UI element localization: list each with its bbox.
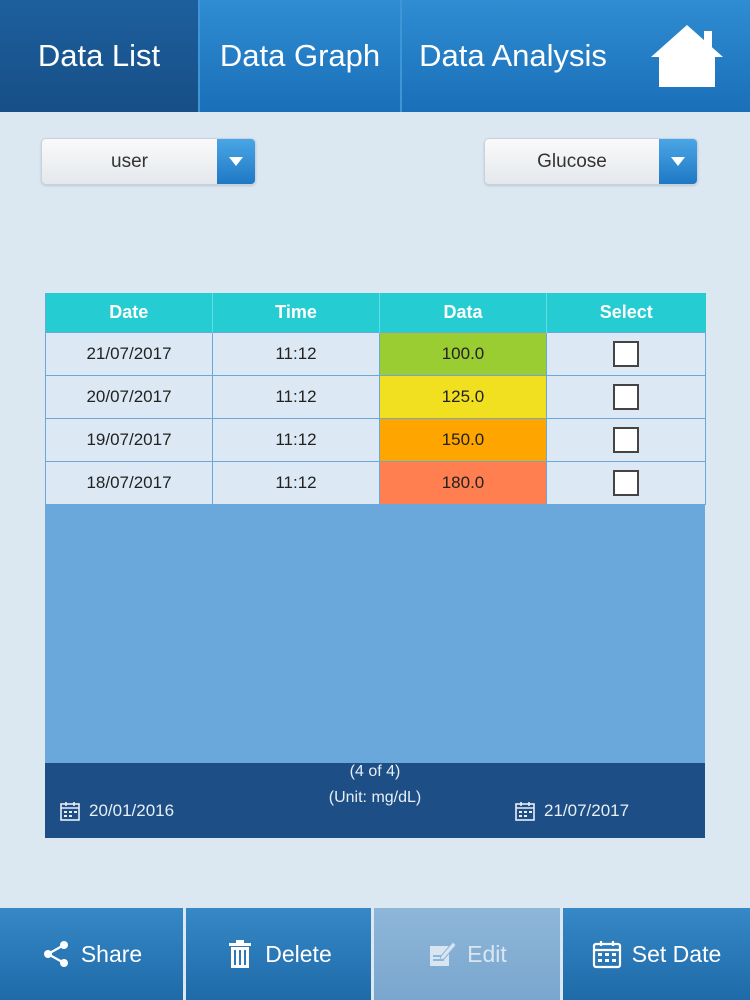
user-dropdown[interactable]: user xyxy=(41,138,256,185)
edit-button[interactable]: Edit xyxy=(374,908,563,1000)
tab-data-analysis[interactable]: Data Analysis xyxy=(402,0,624,112)
set-date-label: Set Date xyxy=(631,940,722,967)
date-from-value: 20/01/2016 xyxy=(89,801,175,820)
cell-data: 180.0 xyxy=(379,460,547,505)
tab-data-graph[interactable]: Data Graph xyxy=(200,0,402,112)
set-date-button[interactable]: Set Date xyxy=(563,908,750,1000)
data-table-panel: Date Time Data Select 21/07/2017 11:12 1… xyxy=(45,293,706,838)
date-from[interactable]: 20/01/2016 xyxy=(60,801,174,821)
table-row[interactable]: 18/07/2017 11:12 180.0 xyxy=(45,460,706,505)
cell-select xyxy=(546,331,706,376)
share-icon xyxy=(43,941,68,967)
cell-time: 11:12 xyxy=(212,460,380,505)
date-to-value: 21/07/2017 xyxy=(544,801,630,820)
column-header-date: Date xyxy=(45,293,213,332)
select-checkbox[interactable] xyxy=(613,426,639,453)
select-checkbox[interactable] xyxy=(613,383,639,410)
cell-date: 19/07/2017 xyxy=(45,417,213,462)
delete-button[interactable]: Delete xyxy=(186,908,374,1000)
cell-select xyxy=(546,417,706,462)
bottom-action-bar: Share Delete Edit Set Date xyxy=(0,908,750,1000)
table-row[interactable]: 20/07/2017 11:12 125.0 xyxy=(45,374,706,419)
cell-data: 100.0 xyxy=(379,331,547,376)
top-tab-bar: Data List Data Graph Data Analysis xyxy=(0,0,750,112)
user-dropdown-label: user xyxy=(111,150,148,172)
select-checkbox[interactable] xyxy=(613,469,639,496)
calendar-icon xyxy=(592,941,621,969)
column-header-data: Data xyxy=(379,293,547,332)
cell-time: 11:12 xyxy=(212,331,380,376)
cell-date: 20/07/2017 xyxy=(45,374,213,419)
edit-label: Edit xyxy=(467,940,507,967)
date-to[interactable]: 21/07/2017 xyxy=(515,801,629,821)
tab-data-list[interactable]: Data List xyxy=(0,0,200,112)
cell-date: 21/07/2017 xyxy=(45,331,213,376)
cell-data: 125.0 xyxy=(379,374,547,419)
page-count: (4 of 4) xyxy=(349,763,401,780)
share-label: Share xyxy=(80,940,143,967)
trash-icon xyxy=(229,940,252,968)
chevron-down-icon xyxy=(217,139,255,184)
home-icon xyxy=(651,25,723,87)
calendar-icon xyxy=(515,802,535,821)
column-header-select: Select xyxy=(546,293,706,332)
chevron-down-icon xyxy=(659,139,697,184)
cell-data: 150.0 xyxy=(379,417,547,462)
cell-select xyxy=(546,460,706,505)
delete-label: Delete xyxy=(265,940,332,967)
cell-time: 11:12 xyxy=(212,417,380,462)
edit-icon xyxy=(430,941,457,966)
table-row[interactable]: 19/07/2017 11:12 150.0 xyxy=(45,417,706,462)
table-row[interactable]: 21/07/2017 11:12 100.0 xyxy=(45,331,706,376)
data-table: Date Time Data Select 21/07/2017 11:12 1… xyxy=(45,293,706,505)
cell-time: 11:12 xyxy=(212,374,380,419)
measurement-dropdown[interactable]: Glucose xyxy=(484,138,698,185)
measurement-dropdown-label: Glucose xyxy=(537,150,607,172)
share-button[interactable]: Share xyxy=(0,908,186,1000)
home-button[interactable] xyxy=(624,0,750,112)
column-header-time: Time xyxy=(212,293,380,332)
calendar-icon xyxy=(60,802,80,821)
select-checkbox[interactable] xyxy=(613,340,639,367)
cell-select xyxy=(546,374,706,419)
table-footer: (4 of 4) (Unit: mg/dL) 20/01/2016 21/07/… xyxy=(45,763,705,838)
cell-date: 18/07/2017 xyxy=(45,460,213,505)
